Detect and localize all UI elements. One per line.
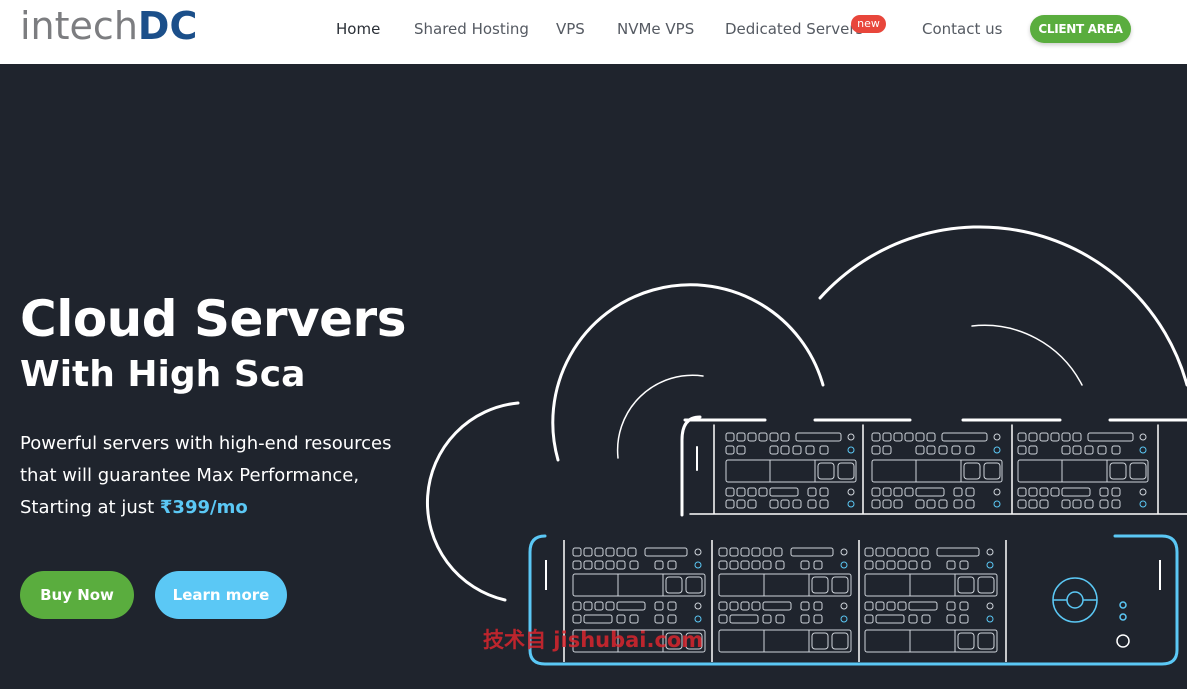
hero-subtitle: With High Sca bbox=[20, 354, 306, 395]
learn-more-button[interactable]: Learn more bbox=[155, 571, 287, 619]
hero-description: Powerful servers with high-end resources… bbox=[20, 428, 400, 524]
buy-now-button[interactable]: Buy Now bbox=[20, 571, 134, 619]
hero-title: Cloud Servers bbox=[20, 290, 406, 348]
hero-price: ₹399/mo bbox=[159, 497, 248, 518]
watermark: 技术自 jishubai.com bbox=[483, 628, 704, 652]
